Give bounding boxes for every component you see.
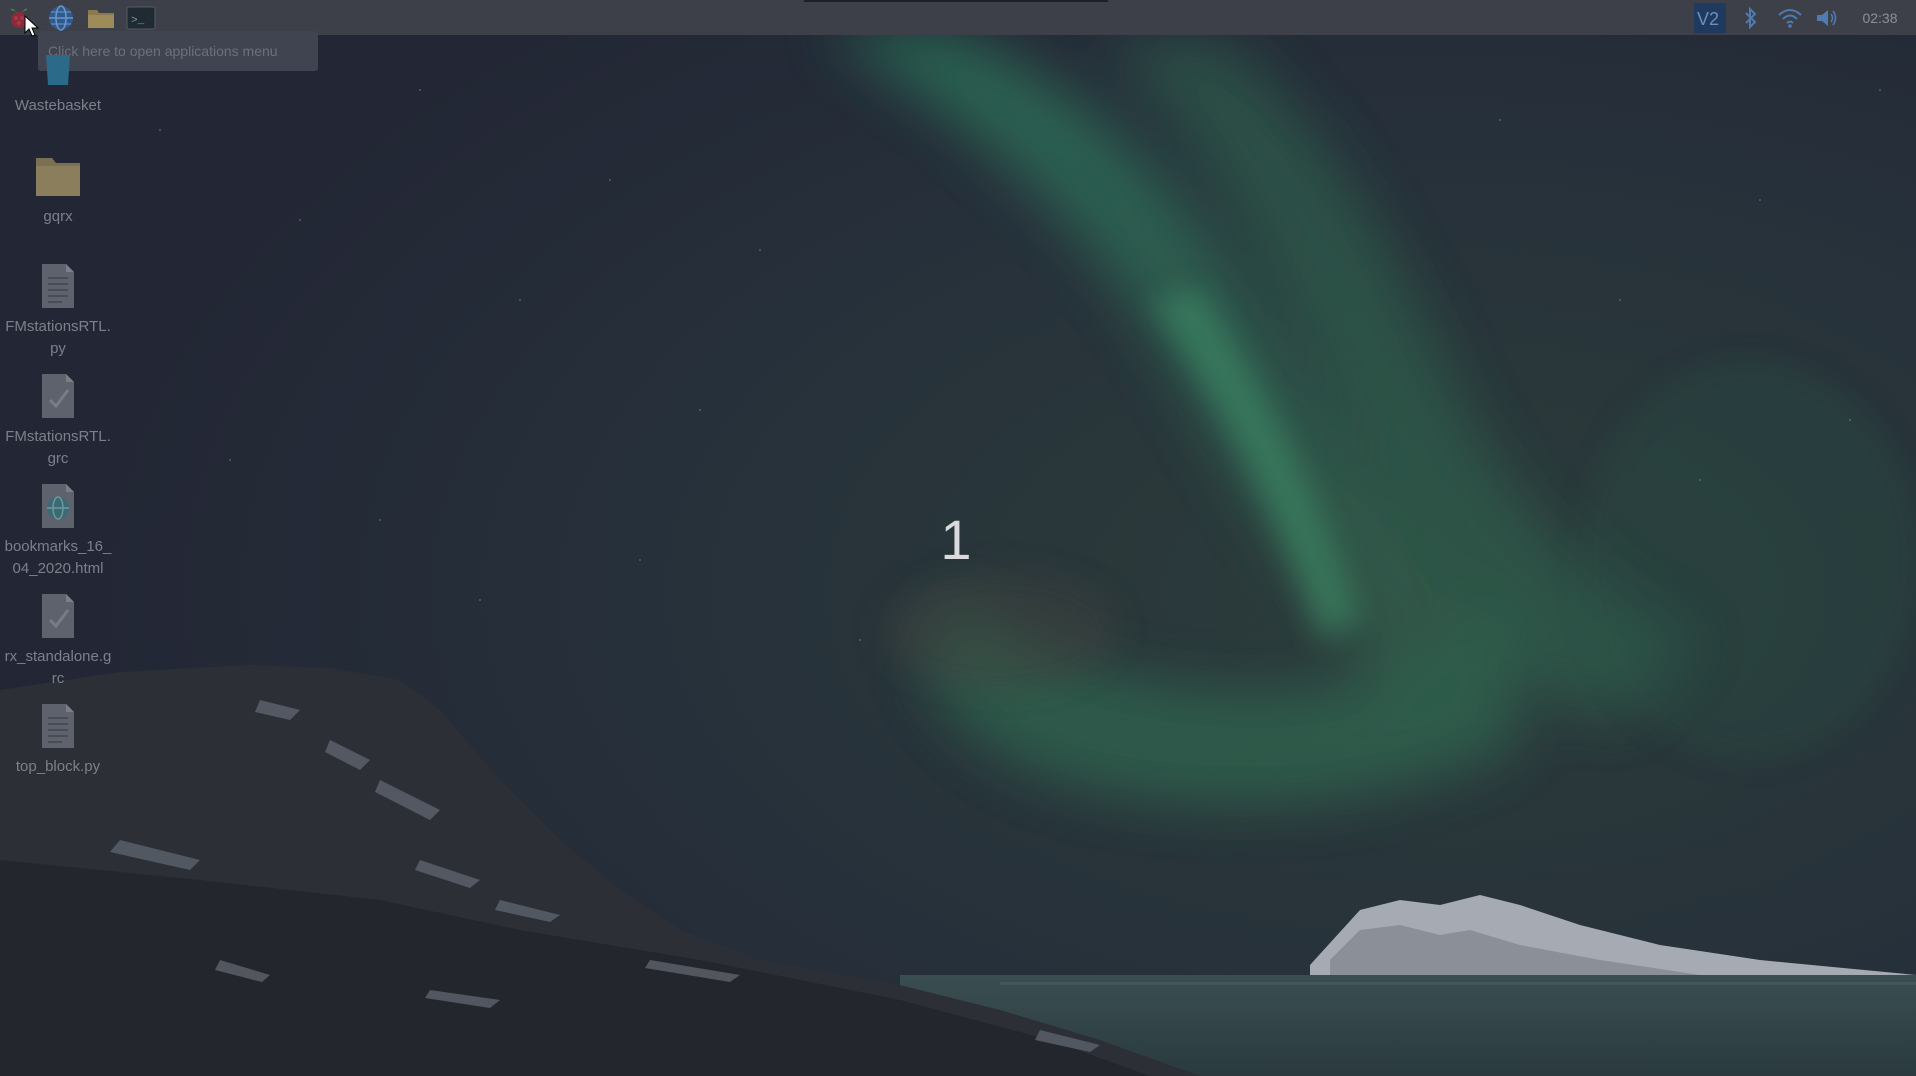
html-file-icon [42, 484, 74, 528]
clock[interactable]: 02:38 [1848, 2, 1912, 33]
terminal-glyph: >_ [131, 15, 145, 27]
terminal-button[interactable]: >_ [124, 1, 158, 34]
terminal-icon: >_ [126, 6, 156, 29]
web-browser-button[interactable] [44, 1, 78, 34]
bluetooth-tray-button[interactable] [1738, 2, 1764, 33]
grc-file-icon [42, 594, 74, 638]
taskbar: >_ V2 02:38 [0, 0, 1916, 35]
desktop-icon-label: rx_standalone.grc [4, 648, 112, 687]
mouse-pointer-icon [24, 15, 40, 37]
file-manager-button[interactable] [84, 1, 118, 34]
desktop-icon-label: top_block.py [15, 758, 101, 775]
folder-icon [36, 158, 80, 196]
desktop-icon-label: FMstationsRTL.py [5, 318, 111, 357]
text-file-icon [42, 704, 74, 748]
bluetooth-icon [1745, 6, 1757, 29]
desktop-icon-top-block-py[interactable]: top_block.py [0, 702, 116, 782]
web-browser-globe-icon [49, 4, 73, 31]
desktop-icon-label: bookmarks_16_04_2020.html [4, 538, 112, 577]
desktop-icon-gqrx[interactable]: gqrx [0, 152, 116, 232]
desktop-icon-label: gqrx [43, 208, 73, 225]
wifi-icon [1778, 8, 1802, 28]
vnc-label: V2 [1697, 9, 1719, 29]
trash-icon [46, 55, 70, 85]
desktop-icon-label: FMstationsRTL.grc [5, 428, 111, 467]
desktop-icon-wastebasket[interactable]: Wastebasket [0, 55, 116, 119]
vnc-icon: V2 [1694, 2, 1726, 33]
wifi-tray-button[interactable] [1774, 2, 1806, 33]
grc-file-icon [42, 374, 74, 418]
volume-tray-button[interactable] [1812, 2, 1842, 33]
text-file-icon [42, 264, 74, 308]
desktop-icon-fmstationsrtl-grc[interactable]: FMstationsRTL.grc [0, 372, 116, 472]
desktop-icon-bookmarks-html[interactable]: bookmarks_16_04_2020.html [0, 482, 116, 582]
volume-icon [1817, 9, 1837, 26]
taskbar-window-button-strip [804, 0, 1108, 2]
workspace-number: 1 [940, 508, 972, 571]
vnc-server-tray-button[interactable]: V2 [1692, 2, 1728, 33]
file-manager-folder-icon [88, 9, 114, 28]
desktop-icon-rx-standalone-grc[interactable]: rx_standalone.grc [0, 592, 116, 692]
desktop-icon-label: Wastebasket [14, 97, 102, 114]
desktop-icon-fmstationsrtl-py[interactable]: FMstationsRTL.py [0, 262, 116, 362]
